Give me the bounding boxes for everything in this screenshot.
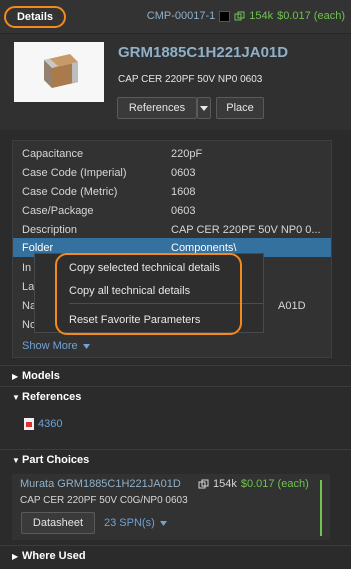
param-row[interactable]: Case/Package 0603 xyxy=(13,201,331,220)
section-title: References xyxy=(22,391,82,403)
param-name: Case Code (Imperial) xyxy=(22,166,127,179)
param-row[interactable]: Case Code (Metric) 1608 xyxy=(13,182,331,201)
caret-down-icon xyxy=(82,343,90,349)
header-stock: 154k xyxy=(249,10,274,22)
part-choice-stock: 154k $0.017 (each) xyxy=(198,478,309,490)
part-description: CAP CER 220PF 50V NP0 0603 xyxy=(118,74,263,85)
pdf-icon xyxy=(24,418,34,430)
section-where-used[interactable]: ▶ Where Used xyxy=(0,546,351,566)
tab-details-label: Details xyxy=(16,11,54,23)
color-swatch-icon xyxy=(219,10,231,22)
part-choice-stock-value: 154k xyxy=(213,478,237,490)
collapse-arrow-icon: ▼ xyxy=(12,392,20,402)
references-dropdown-button[interactable] xyxy=(197,97,211,119)
param-row[interactable]: Description CAP CER 220PF 50V NP0 0... xyxy=(13,220,331,239)
expand-arrow-icon: ▶ xyxy=(12,551,19,561)
show-more-label: Show More xyxy=(22,340,78,352)
param-name: La xyxy=(22,280,35,293)
tab-details[interactable]: Details xyxy=(4,6,66,28)
part-number: GRM1885C1H221JA01D xyxy=(118,44,289,61)
param-value: 1608 xyxy=(171,185,196,198)
param-row[interactable]: Case Code (Imperial) 0603 xyxy=(13,163,331,182)
section-title: Part Choices xyxy=(22,454,90,466)
component-id[interactable]: CMP-00017-1 xyxy=(147,10,215,22)
part-choice-title[interactable]: Murata GRM1885C1H221JA01D xyxy=(20,478,181,490)
param-name: Capacitance xyxy=(22,147,84,160)
param-value: Components\ xyxy=(171,241,237,254)
part-choice-price: $0.017 (each) xyxy=(240,478,309,490)
section-part-choices[interactable]: ▼ Part Choices xyxy=(0,450,351,470)
param-value: 0603 xyxy=(171,204,196,217)
param-value: 220pF xyxy=(171,147,203,160)
place-button-label: Place xyxy=(226,102,254,114)
caret-down-icon xyxy=(200,105,208,111)
caret-down-icon xyxy=(159,520,167,526)
stock-icon xyxy=(234,11,245,21)
reference-item[interactable]: 4360 xyxy=(24,418,62,430)
part-choice-description: CAP CER 220PF 50V C0G/NP0 0603 xyxy=(20,495,188,506)
param-value: CAP CER 220PF 50V NP0 0... xyxy=(171,223,321,236)
references-button[interactable]: References xyxy=(117,97,197,119)
param-name: Case/Package xyxy=(22,204,94,217)
collapse-arrow-icon: ▼ xyxy=(12,455,20,465)
copy-icon[interactable] xyxy=(198,479,209,489)
callout-highlight xyxy=(55,253,242,335)
spn-dropdown[interactable]: 23 SPN(s) xyxy=(104,517,167,529)
section-title: Where Used xyxy=(22,550,86,562)
datasheet-button[interactable]: Datasheet xyxy=(21,512,95,534)
param-name: Case Code (Metric) xyxy=(22,185,118,198)
param-value: 0603 xyxy=(171,166,196,179)
section-references[interactable]: ▼ References xyxy=(0,387,351,407)
header-status: CMP-00017-1 154k $0.017 (each) xyxy=(147,10,345,22)
component-summary: GRM1885C1H221JA01D CAP CER 220PF 50V NP0… xyxy=(0,34,351,130)
section-title: Models xyxy=(22,370,60,382)
reference-link[interactable]: 4360 xyxy=(38,418,62,430)
place-button[interactable]: Place xyxy=(216,97,264,119)
param-value: A01D xyxy=(278,299,306,312)
component-thumbnail xyxy=(14,42,104,102)
datasheet-button-label: Datasheet xyxy=(32,517,84,529)
panel-header: Details CMP-00017-1 154k $0.017 (each) xyxy=(0,0,351,34)
param-name: Folder xyxy=(22,241,54,254)
header-price: $0.017 (each) xyxy=(277,10,345,22)
capacitor-image-icon xyxy=(44,54,78,88)
expand-arrow-icon: ▶ xyxy=(12,371,19,381)
show-more-link[interactable]: Show More xyxy=(22,340,90,352)
references-button-label: References xyxy=(128,102,186,114)
param-name: In xyxy=(22,261,32,274)
availability-bar xyxy=(320,480,322,536)
spn-label: 23 SPN(s) xyxy=(104,517,155,529)
param-row[interactable]: Capacitance 220pF xyxy=(13,144,331,163)
section-models[interactable]: ▶ Models xyxy=(0,366,351,386)
param-name: Description xyxy=(22,223,78,236)
